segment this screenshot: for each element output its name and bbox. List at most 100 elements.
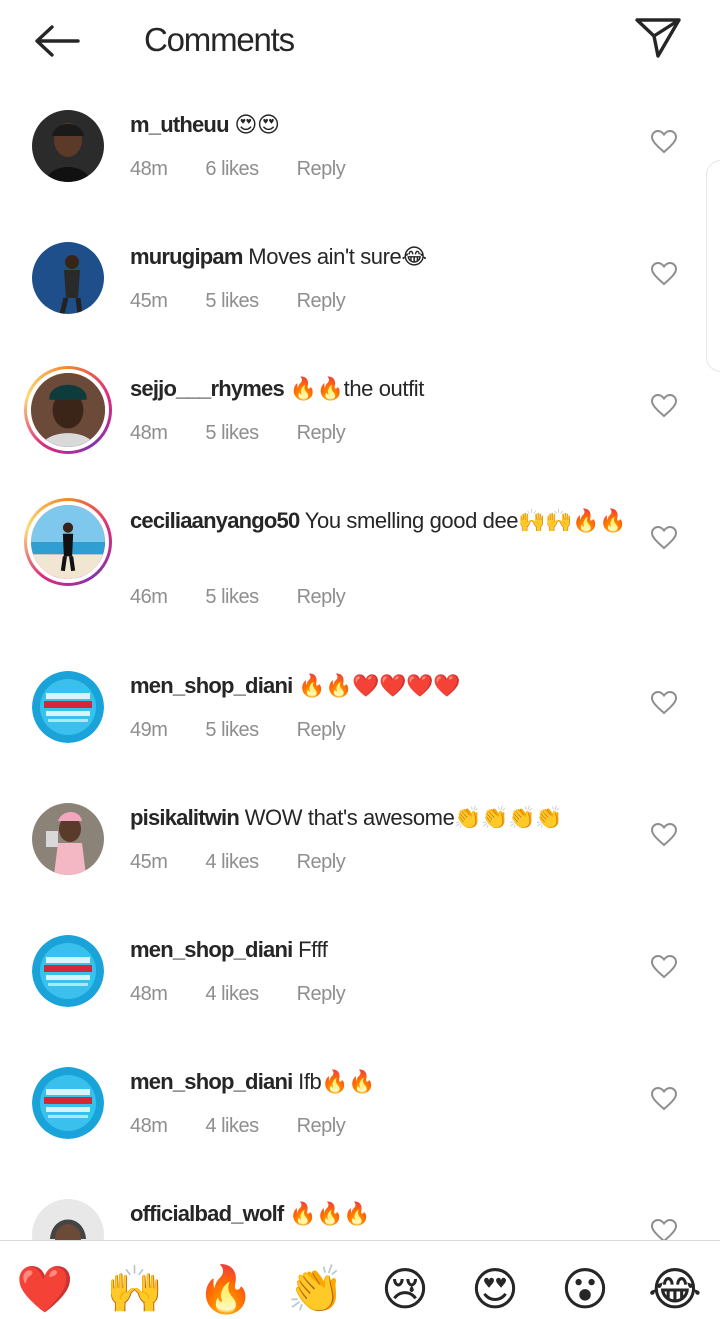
like-button[interactable]: [650, 392, 678, 420]
avatar: [32, 110, 104, 182]
comment-item: ceciliaanyango50 You smelling good dee🙌🙌…: [0, 480, 720, 645]
back-button[interactable]: [28, 18, 84, 64]
top-bar: Comments: [0, 0, 720, 84]
comment-meta: 48m 4 likes Reply: [130, 983, 346, 1013]
heart-outline-icon: [651, 955, 677, 979]
comment-body: Ffff: [292, 937, 328, 962]
reaction-laughing[interactable]: 😂: [645, 1259, 705, 1319]
comment-text: men_shop_diani 🔥🔥❤️❤️❤️❤️: [130, 669, 630, 702]
comments-list[interactable]: m_utheuu 😍😍 48m 6 likes Reply murugipam …: [0, 84, 720, 1240]
reaction-fire[interactable]: 🔥: [196, 1259, 256, 1319]
quick-reactions-bar: ❤️ 🙌 🔥 👏 😢 😍 😮 😂: [0, 1240, 720, 1319]
comment-item: murugipam Moves ain't sure😂 45m 5 likes …: [0, 216, 720, 348]
comment-username[interactable]: ceciliaanyango50: [130, 508, 300, 533]
reply-button[interactable]: Reply: [297, 290, 346, 320]
comment-item: pisikalitwin WOW that's awesome👏👏👏👏 45m …: [0, 777, 720, 909]
avatar-wrap[interactable]: [32, 242, 104, 314]
reply-button[interactable]: Reply: [297, 983, 346, 1013]
comment-username[interactable]: m_utheuu: [130, 112, 230, 137]
comment-meta: 45m 5 likes Reply: [130, 290, 346, 320]
comment-likes[interactable]: 6 likes: [205, 158, 259, 188]
laughing-face-icon: 😂: [648, 1262, 702, 1316]
red-heart-icon: ❤️: [16, 1262, 74, 1316]
comment-username[interactable]: officialbad_wolf: [130, 1201, 284, 1226]
reaction-raised-hands[interactable]: 🙌: [105, 1259, 165, 1319]
comment-item: men_shop_diani Ifb🔥🔥 48m 4 likes Reply: [0, 1041, 720, 1173]
reply-button[interactable]: Reply: [297, 586, 346, 616]
comment-body: 🔥🔥❤️❤️❤️❤️: [292, 673, 461, 698]
comment-likes[interactable]: 5 likes: [205, 290, 259, 320]
heart-outline-icon: [651, 130, 677, 154]
reaction-crying[interactable]: 😢: [375, 1259, 435, 1319]
comment-likes[interactable]: 4 likes: [205, 983, 259, 1013]
avatar: [32, 803, 104, 875]
like-button[interactable]: [650, 524, 678, 552]
comment-time: 48m: [130, 422, 168, 444]
comment-body: WOW that's awesome👏👏👏👏: [238, 805, 563, 830]
avatar-story-ring[interactable]: [24, 366, 112, 454]
comment-likes[interactable]: 4 likes: [205, 851, 259, 881]
reply-button[interactable]: Reply: [297, 1115, 346, 1145]
avatar-wrap[interactable]: [32, 110, 104, 182]
comment-likes[interactable]: 5 likes: [205, 422, 259, 452]
comment-text: ceciliaanyango50 You smelling good dee🙌🙌…: [130, 504, 630, 537]
reply-button[interactable]: Reply: [297, 422, 346, 452]
comment-time: 48m: [130, 1115, 168, 1137]
reply-button[interactable]: Reply: [297, 851, 346, 881]
surprised-face-icon: 😮: [561, 1262, 609, 1316]
avatar-wrap[interactable]: [32, 803, 104, 875]
comment-username[interactable]: murugipam: [130, 244, 243, 269]
comment-meta: 48m 4 likes Reply: [130, 1115, 346, 1145]
comment-item: officialbad_wolf 🔥🔥🔥: [0, 1173, 720, 1240]
raised-hands-icon: 🙌: [106, 1262, 164, 1316]
comment-likes[interactable]: 5 likes: [205, 719, 259, 749]
heart-outline-icon: [651, 1087, 677, 1111]
comment-username[interactable]: men_shop_diani: [130, 937, 293, 962]
comment-item: men_shop_diani 🔥🔥❤️❤️❤️❤️ 49m 5 likes Re…: [0, 645, 720, 777]
comment-username[interactable]: men_shop_diani: [130, 1069, 293, 1094]
avatar: [32, 1199, 104, 1240]
fire-icon: 🔥: [197, 1262, 255, 1316]
crying-face-icon: 😢: [381, 1262, 429, 1316]
reaction-heart-eyes[interactable]: 😍: [465, 1259, 525, 1319]
comment-time: 49m: [130, 719, 168, 741]
comment-likes[interactable]: 4 likes: [205, 1115, 259, 1145]
share-button[interactable]: [632, 14, 684, 62]
reaction-surprised[interactable]: 😮: [555, 1259, 615, 1319]
like-button[interactable]: [650, 953, 678, 981]
like-button[interactable]: [650, 260, 678, 288]
heart-outline-icon: [651, 262, 677, 286]
like-button[interactable]: [650, 128, 678, 156]
edge-panel-handle[interactable]: [706, 160, 720, 372]
avatar-wrap[interactable]: [32, 935, 104, 1007]
avatar: [27, 501, 109, 583]
comment-username[interactable]: pisikalitwin: [130, 805, 240, 830]
comment-time: 45m: [130, 290, 168, 312]
paper-plane-icon: [635, 18, 681, 58]
comment-item: sejjo___rhymes 🔥🔥the outfit 48m 5 likes …: [0, 348, 720, 480]
heart-outline-icon: [651, 1219, 677, 1240]
avatar-wrap[interactable]: [32, 1067, 104, 1139]
like-button[interactable]: [650, 821, 678, 849]
avatar: [32, 935, 104, 1007]
reaction-heart[interactable]: ❤️: [15, 1259, 75, 1319]
avatar-wrap[interactable]: [32, 1199, 104, 1240]
heart-outline-icon: [651, 823, 677, 847]
like-button[interactable]: [650, 689, 678, 717]
comment-item: m_utheuu 😍😍 48m 6 likes Reply: [0, 84, 720, 216]
heart-outline-icon: [651, 394, 677, 418]
like-button[interactable]: [650, 1217, 678, 1240]
avatar-story-ring[interactable]: [24, 498, 112, 586]
avatar-wrap[interactable]: [32, 671, 104, 743]
reply-button[interactable]: Reply: [297, 158, 346, 188]
comment-body: 😍😍: [228, 112, 280, 137]
comment-username[interactable]: men_shop_diani: [130, 673, 293, 698]
comment-likes[interactable]: 5 likes: [205, 586, 259, 616]
clapping-hands-icon: 👏: [287, 1262, 345, 1316]
comment-username[interactable]: sejjo___rhymes: [130, 376, 285, 401]
comment-body: You smelling good dee🙌🙌🔥🔥: [299, 508, 627, 533]
like-button[interactable]: [650, 1085, 678, 1113]
comment-text: men_shop_diani Ffff: [130, 933, 630, 966]
reply-button[interactable]: Reply: [297, 719, 346, 749]
reaction-clapping[interactable]: 👏: [286, 1259, 346, 1319]
